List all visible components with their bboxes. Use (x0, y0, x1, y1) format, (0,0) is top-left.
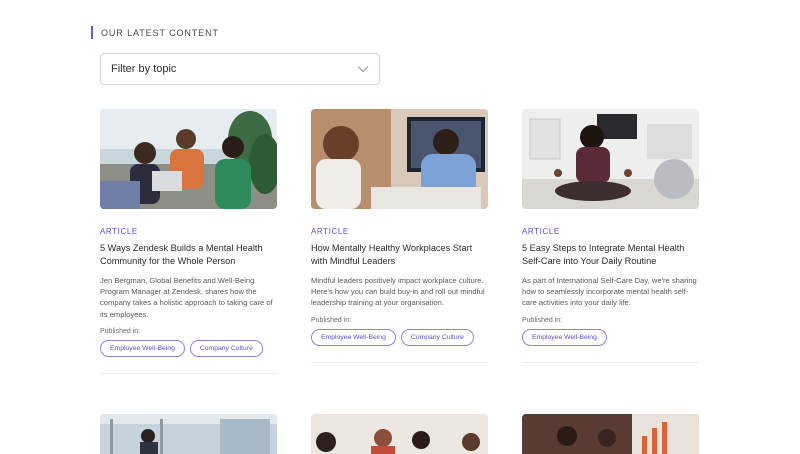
published-in-label: Published in: (522, 316, 563, 324)
article-card[interactable]: ARTICLE 5 Easy Steps to Integrate Mental… (522, 109, 699, 363)
topic-chip[interactable]: Company Culture (189, 339, 263, 357)
card-divider (522, 361, 699, 363)
article-title[interactable]: 5 Easy Steps to Integrate Mental Health … (522, 242, 699, 268)
article-description: As part of International Self-Care Day, … (522, 276, 697, 308)
chevron-down-icon (357, 66, 369, 73)
filter-label: Filter by topic (111, 63, 177, 75)
article-card[interactable]: ARTICLE 5 Ways Zendesk Builds a Mental H… (100, 109, 277, 374)
topic-chip[interactable]: Employee Well-Being (311, 328, 396, 346)
section-header: OUR LATEST CONTENT (91, 26, 219, 39)
published-in-label: Published in: (100, 327, 141, 335)
article-description: Jen Bergman, Global Benefits and Well-Be… (100, 276, 273, 319)
article-description: Mindful leaders positively impact workpl… (311, 276, 485, 308)
accent-bar (91, 26, 93, 39)
topic-chip[interactable]: Company Culture (400, 328, 474, 346)
article-thumbnail[interactable] (522, 109, 699, 209)
card-divider (311, 361, 488, 363)
article-thumbnail[interactable] (100, 109, 277, 209)
article-thumbnail[interactable] (100, 414, 277, 454)
content-type-label: ARTICLE (100, 227, 138, 236)
content-type-label: ARTICLE (311, 227, 349, 236)
article-thumbnail[interactable] (522, 414, 699, 454)
article-title[interactable]: 5 Ways Zendesk Builds a Mental Health Co… (100, 242, 277, 268)
article-card[interactable]: ARTICLE How Mentally Healthy Workplaces … (311, 109, 488, 363)
article-thumbnail[interactable] (311, 414, 488, 454)
topic-chip[interactable]: Employee Well-Being (100, 339, 185, 357)
published-in-label: Published in: (311, 316, 352, 324)
card-divider (100, 372, 277, 374)
section-title: OUR LATEST CONTENT (101, 27, 219, 38)
article-title[interactable]: How Mentally Healthy Workplaces Start wi… (311, 242, 488, 268)
content-type-label: ARTICLE (522, 227, 560, 236)
article-thumbnail[interactable] (311, 109, 488, 209)
topic-chip[interactable]: Employee Well-Being (522, 328, 607, 346)
topic-filter-dropdown[interactable]: Filter by topic (100, 53, 380, 85)
